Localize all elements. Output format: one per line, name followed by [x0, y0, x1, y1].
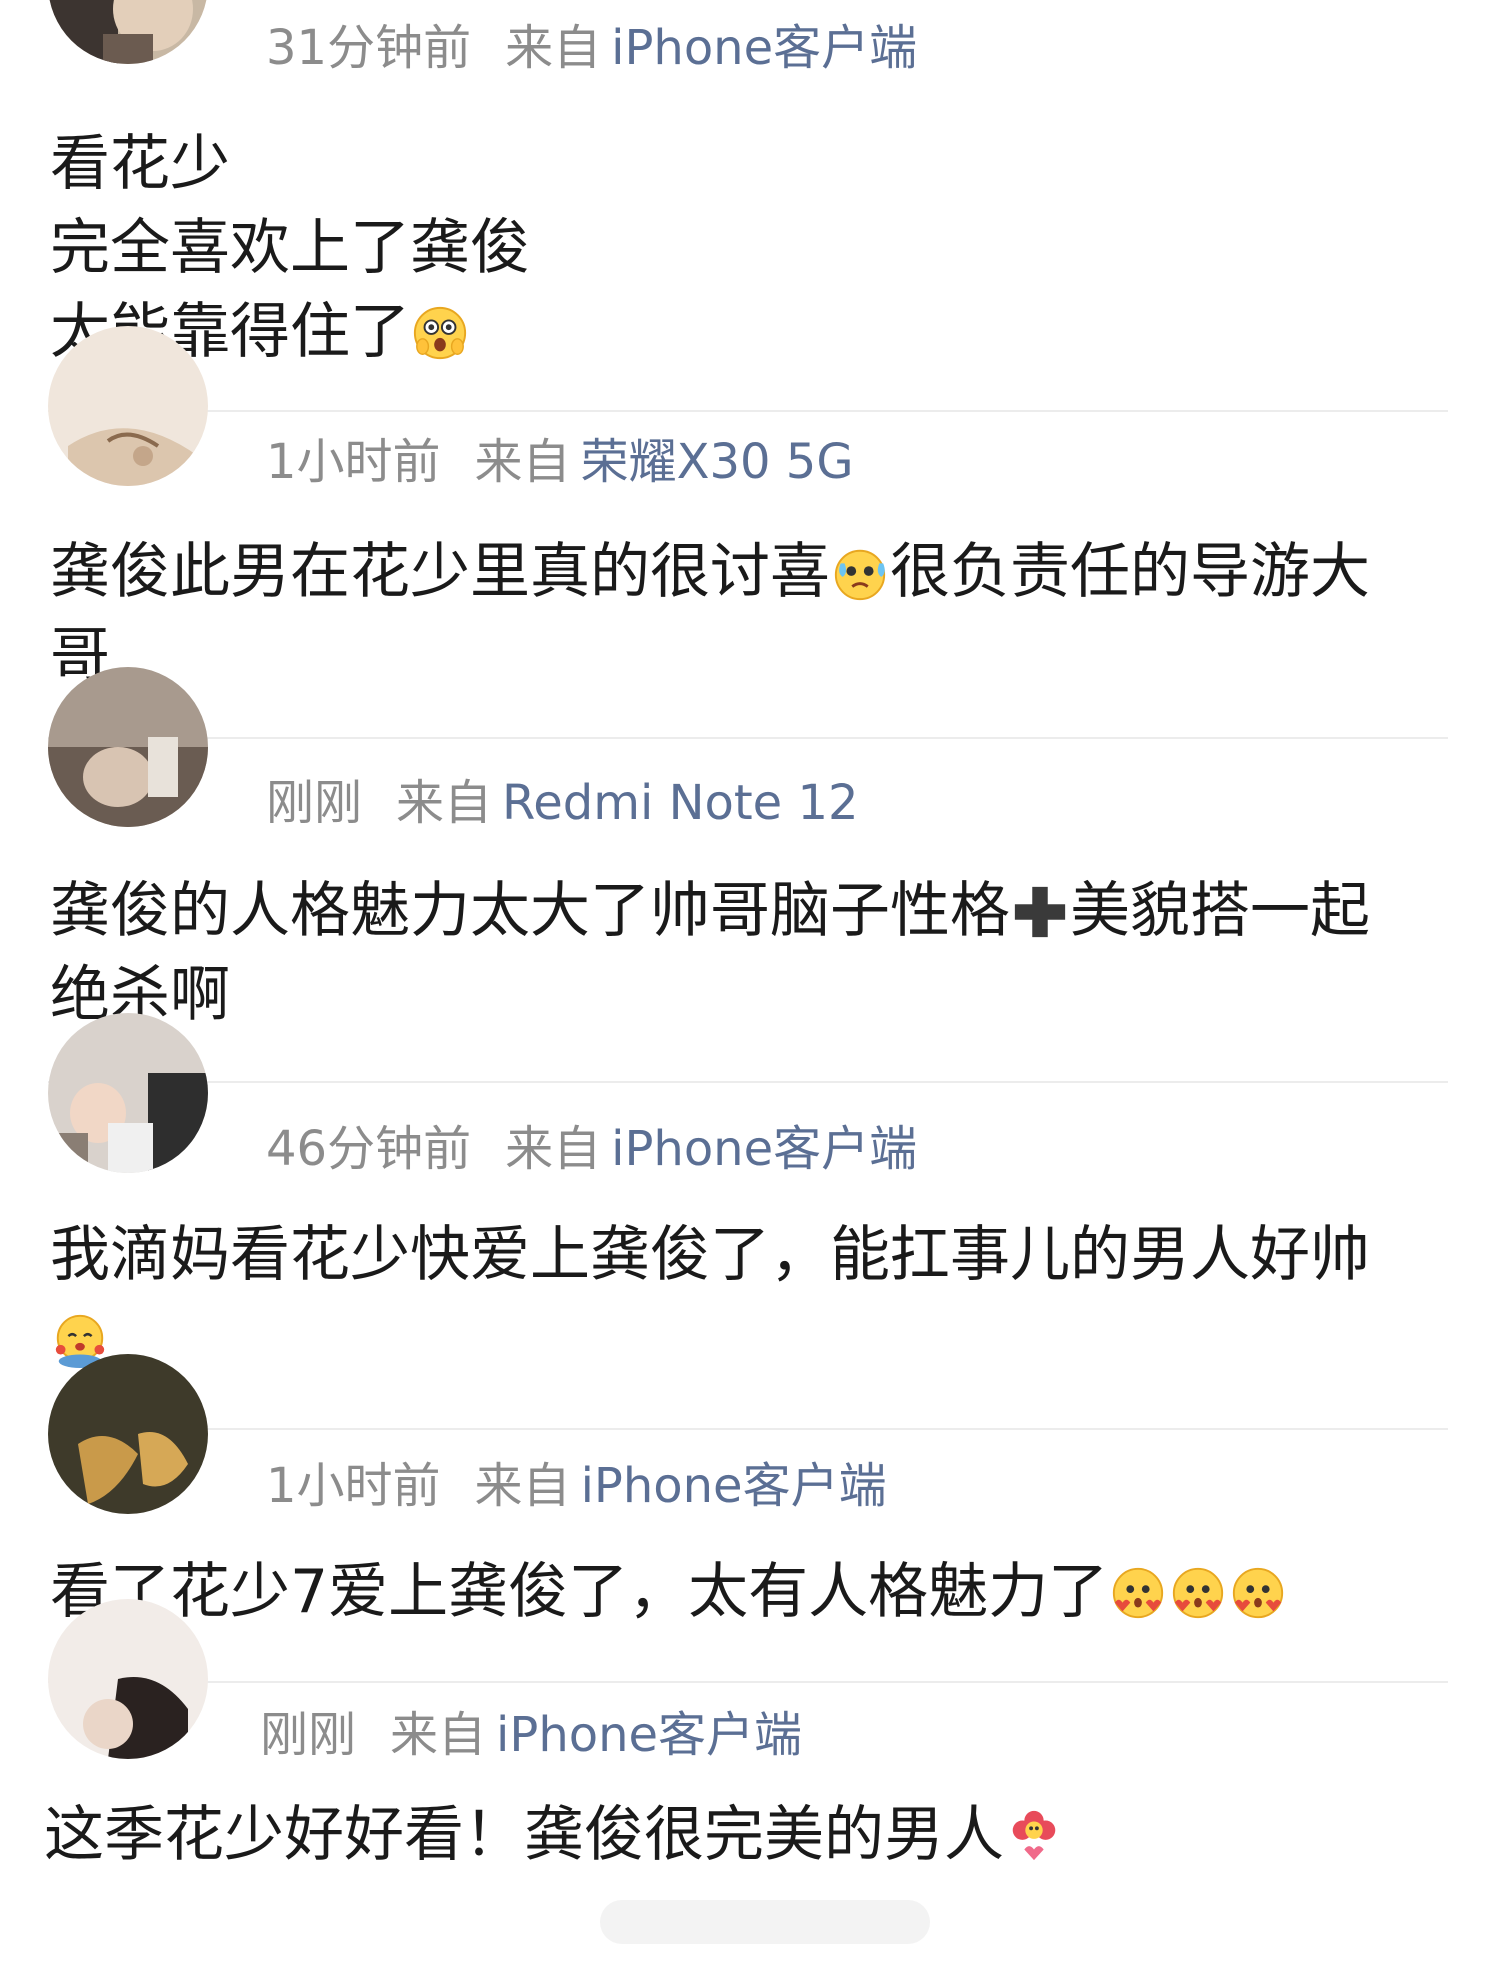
comment-line: 这季花少好好看！龚俊很完美的男人	[44, 1793, 1448, 1877]
comment-line: 完全喜欢上了龚俊	[50, 213, 530, 283]
comment-line	[50, 1297, 1448, 1381]
comment-1[interactable]: 31分钟前 来自 iPhone客户端 看花少 完全喜欢上了龚俊 太能靠得住了	[0, 0, 1500, 367]
source-prefix: 来自	[390, 1707, 487, 1763]
comment-line: 太能靠得住了	[50, 290, 1448, 374]
comment-line: 看了花少7爱上龚俊了，太有人格魅力了	[50, 1550, 1448, 1634]
comment-text: 龚俊的人格魅力太大了帅哥脑子性格 美貌搭一起 绝杀啊	[50, 869, 1448, 1037]
post-time: 46分钟前	[266, 1121, 472, 1177]
comment-text: 看了花少7爱上龚俊了，太有人格魅力了	[50, 1550, 1448, 1634]
comment-4[interactable]: 46分钟前 来自 iPhone客户端 我滴妈看花少快爱上龚俊了，能扛事儿的男人好帅	[0, 1013, 1500, 1428]
comment-meta: 46分钟前 来自 iPhone客户端	[266, 1119, 917, 1179]
comment-line-text: 这季花少好好看！龚俊很完美的男人	[44, 1800, 1004, 1870]
comment-line: 龚俊此男在花少里真的很讨喜 很负责任的导游大	[50, 530, 1448, 614]
device-link[interactable]: iPhone客户端	[496, 1707, 802, 1763]
comment-text: 我滴妈看花少快爱上龚俊了，能扛事儿的男人好帅	[50, 1213, 1448, 1381]
comment-line: 哥	[50, 621, 110, 691]
comment-line: 龚俊的人格魅力太大了帅哥脑子性格 美貌搭一起	[50, 869, 1448, 953]
device-link[interactable]: iPhone客户端	[611, 1121, 917, 1177]
post-time: 刚刚	[260, 1707, 357, 1763]
source-prefix: 来自	[505, 1121, 602, 1177]
source-prefix: 来自	[396, 775, 493, 831]
post-time: 刚刚	[266, 775, 363, 831]
comment-line: 绝杀啊	[50, 960, 230, 1030]
comment-text: 这季花少好好看！龚俊很完美的男人	[44, 1793, 1448, 1877]
post-time: 31分钟前	[266, 20, 472, 76]
comment-line-text: 龚俊此男在花少里真的很讨喜	[50, 537, 830, 607]
comment-line: 看花少	[50, 129, 230, 199]
comment-3[interactable]: 刚刚 来自 Redmi Note 12 龚俊的人格魅力太大了帅哥脑子性格 美貌搭一起 …	[0, 667, 1500, 1081]
user-avatar[interactable]	[48, 326, 208, 486]
comment-2[interactable]: 1小时前 来自 荣耀X30 5G 龚俊此男在花少里真的很讨喜 很负责任的导游大 哥	[0, 326, 1500, 737]
device-link[interactable]: Redmi Note 12	[502, 775, 859, 831]
heart-blush-emoji-icon	[1109, 1564, 1167, 1622]
comment-meta: 31分钟前 来自 iPhone客户端	[266, 18, 917, 78]
post-time: 1小时前	[266, 1458, 441, 1514]
comment-line: 我滴妈看花少快爱上龚俊了，能扛事儿的男人好帅	[50, 1220, 1370, 1290]
device-link[interactable]: iPhone客户端	[581, 1458, 887, 1514]
comment-line-text: 龚俊的人格魅力太大了帅哥脑子性格	[50, 876, 1010, 946]
user-avatar[interactable]	[48, 1354, 208, 1514]
crying-emoji-icon	[831, 544, 889, 602]
comment-feed: 31分钟前 来自 iPhone客户端 看花少 完全喜欢上了龚俊 太能靠得住了 1小时…	[0, 0, 1500, 1966]
comment-line-text: 很负责任的导游大	[890, 537, 1370, 607]
source-prefix: 来自	[474, 434, 571, 490]
shocked-emoji-icon	[411, 304, 469, 362]
post-time: 1小时前	[266, 434, 441, 490]
comment-text: 看花少 完全喜欢上了龚俊 太能靠得住了	[50, 122, 1448, 374]
comment-meta: 刚刚 来自 Redmi Note 12	[266, 773, 859, 833]
plus-emoji-icon	[1011, 883, 1069, 941]
heart-blush-emoji-icon	[1229, 1564, 1287, 1622]
comment-text: 龚俊此男在花少里真的很讨喜 很负责任的导游大 哥	[50, 530, 1448, 698]
device-link[interactable]: 荣耀X30 5G	[581, 434, 854, 490]
love-flower-emoji-icon	[1005, 1807, 1063, 1865]
user-avatar[interactable]	[48, 1599, 208, 1759]
comment-5[interactable]: 1小时前 来自 iPhone客户端 看了花少7爱上龚俊了，太有人格魅力了	[0, 1354, 1500, 1681]
comment-line-text: 看了花少7爱上龚俊了，太有人格魅力了	[50, 1557, 1109, 1627]
comment-meta: 1小时前 来自 荣耀X30 5G	[266, 432, 854, 492]
scroll-hint-bar	[600, 1900, 930, 1944]
source-prefix: 来自	[474, 1458, 571, 1514]
comment-meta: 1小时前 来自 iPhone客户端	[266, 1456, 887, 1516]
comment-meta: 刚刚 来自 iPhone客户端	[260, 1705, 802, 1765]
heart-blush-emoji-icon	[1169, 1564, 1227, 1622]
device-link[interactable]: iPhone客户端	[611, 20, 917, 76]
source-prefix: 来自	[505, 20, 602, 76]
comment-line-text: 美貌搭一起	[1070, 876, 1370, 946]
user-avatar[interactable]	[48, 0, 208, 64]
user-avatar[interactable]	[48, 1013, 208, 1173]
user-avatar[interactable]	[48, 667, 208, 827]
